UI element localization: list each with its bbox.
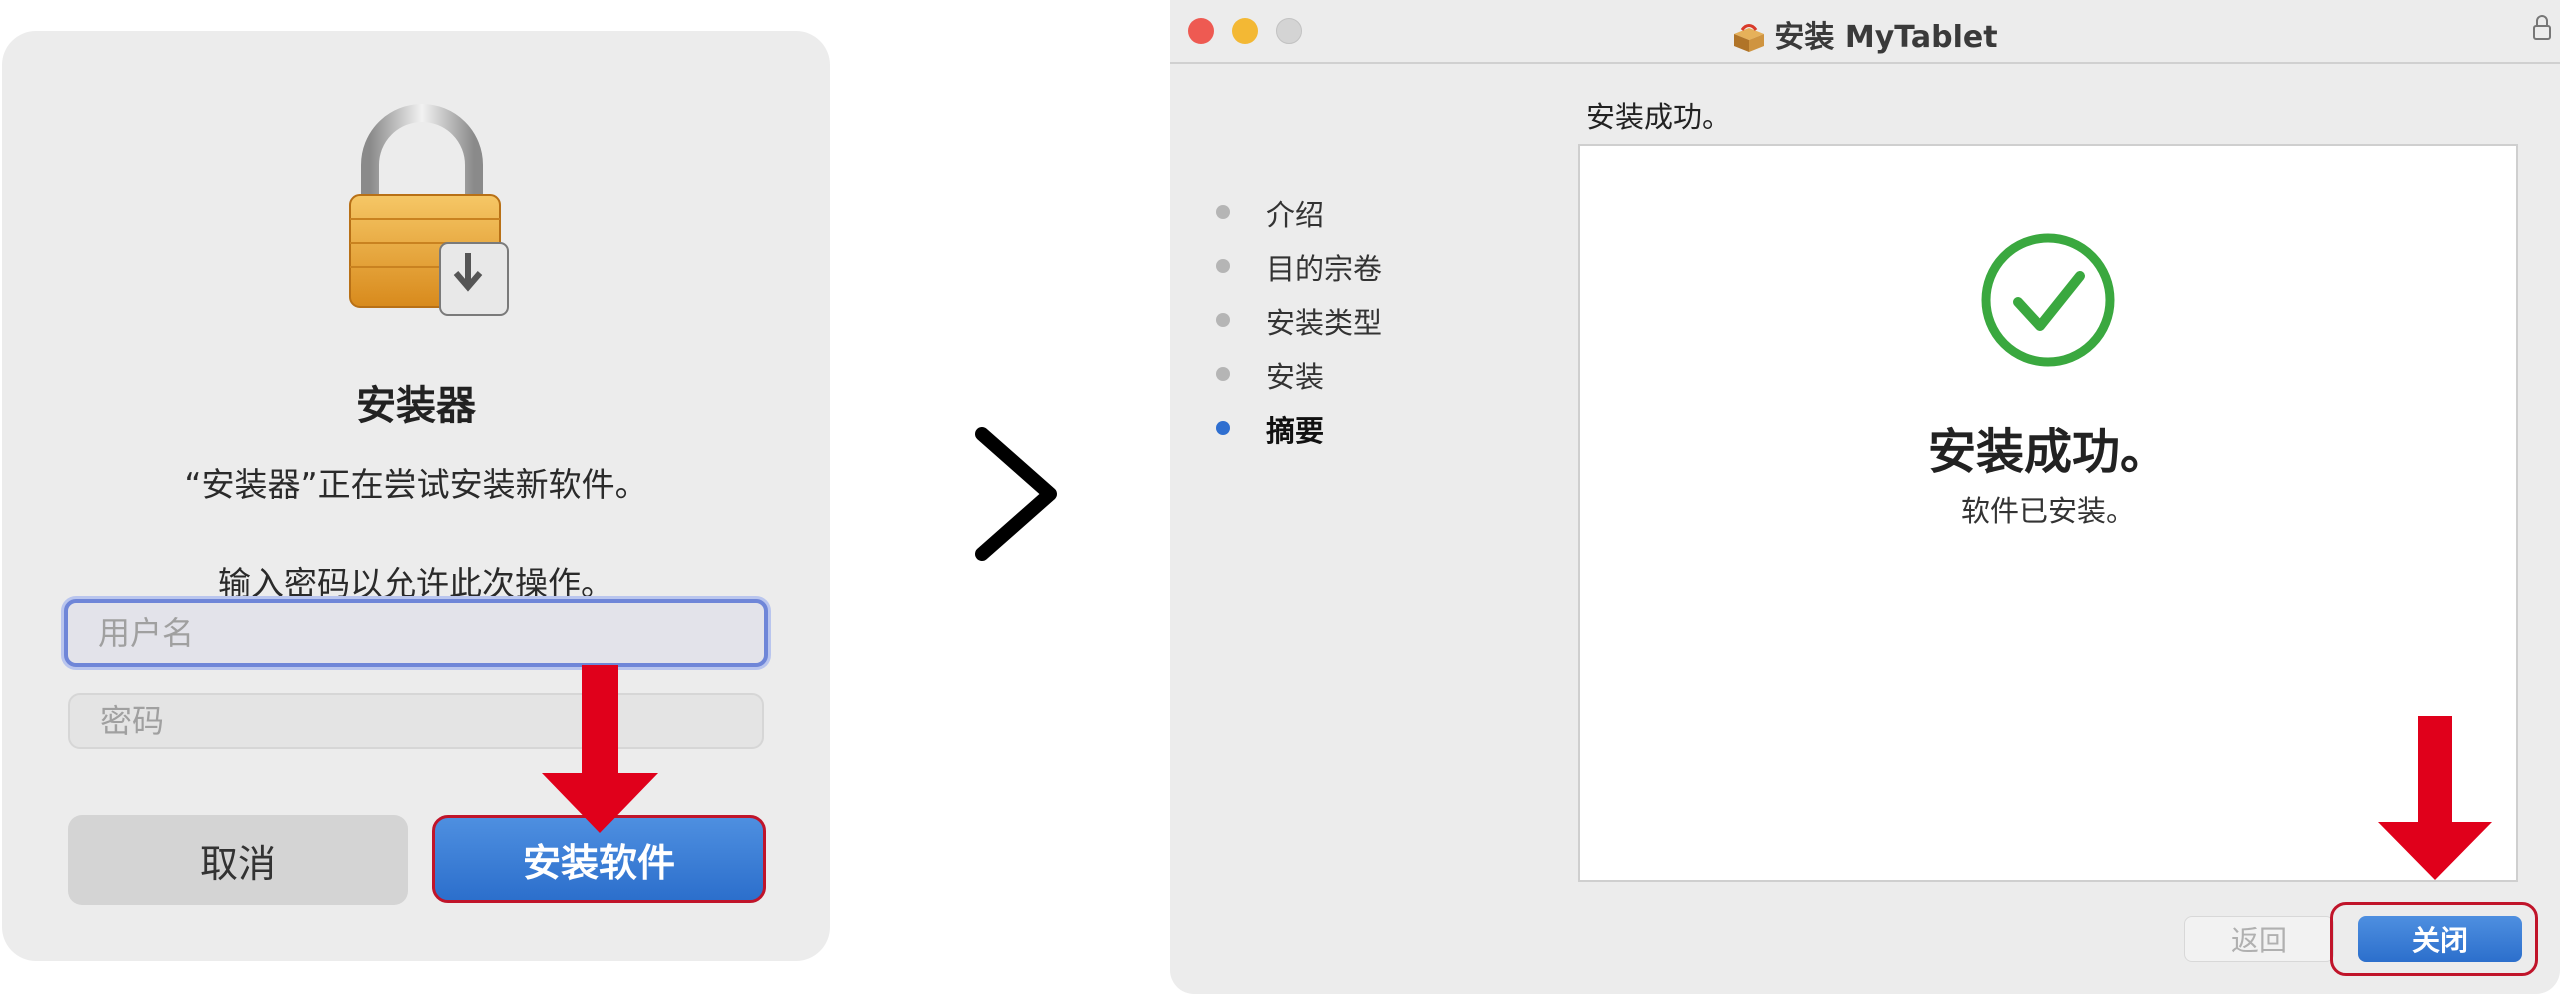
chevron-right-icon [975,427,1057,561]
password-input[interactable] [68,693,764,749]
success-title: 安装成功。 [1927,424,2168,480]
content-pane: 安装成功。 软件已安装。 [1578,144,2518,882]
window-title: 安装 MyTablet [1170,12,2560,56]
lock-small-icon [2533,15,2551,40]
step-dot [1216,259,1230,273]
step-label: 介绍 [1266,198,1325,232]
step-item-install-type: 安装类型 [1216,300,1382,354]
checkmark-circle-icon [1981,233,2115,367]
step-item-summary: 摘要 [1216,408,1382,462]
step-item-destination: 目的宗卷 [1216,246,1382,300]
step-dot [1216,313,1230,327]
step-item-intro: 介绍 [1216,192,1382,246]
dialog-prompt: 输入密码以允许此次操作。 [218,564,614,603]
installer-steps: 介绍 目的宗卷 安装类型 安装 摘要 [1216,192,1382,462]
titlebar: 安装 MyTablet [1170,0,2560,64]
page-heading: 安装成功。 [1586,100,1732,134]
step-label: 安装类型 [1266,306,1383,340]
step-label: 目的宗卷 [1266,252,1383,286]
step-item-install: 安装 [1216,354,1382,408]
window-title-text: 安装 MyTablet [1774,20,1998,55]
step-dot [1216,421,1230,435]
username-input[interactable] [64,599,768,667]
step-label: 摘要 [1266,414,1325,448]
close-button[interactable]: 关闭 [2358,916,2522,962]
step-dot [1216,205,1230,219]
dialog-message: “安装器”正在尝试安装新软件。 [184,465,648,504]
step-dot [1216,367,1230,381]
back-button[interactable]: 返回 [2184,916,2334,962]
lock-icon [349,104,509,316]
step-label: 安装 [1266,360,1325,394]
auth-dialog: 安装器 “安装器”正在尝试安装新软件。 输入密码以允许此次操作。 取消 安装软件 [2,31,830,961]
arrow-down-icon [542,665,658,833]
arrow-down-icon [2378,716,2492,880]
cancel-button[interactable]: 取消 [68,815,408,905]
dialog-title: 安装器 [356,383,476,429]
package-icon [1734,23,1765,52]
success-subtitle: 软件已安装。 [1960,494,2135,528]
installer-window: 安装 MyTablet 安装成功。 介绍 目的宗卷 安装类型 安装 摘要 安装成… [1170,0,2560,994]
